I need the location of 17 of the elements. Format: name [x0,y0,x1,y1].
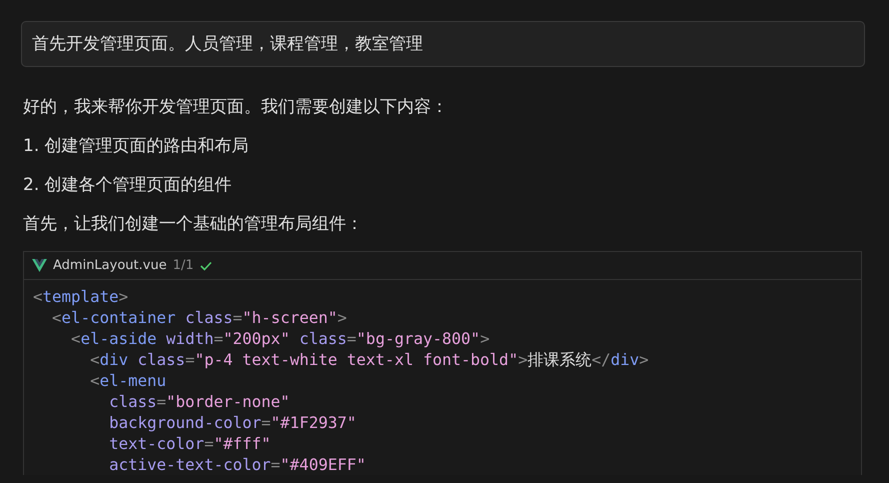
user-message: 首先开发管理页面。人员管理，课程管理，教室管理 [21,21,865,67]
response-text: 2. 创建各个管理页面的组件 [23,174,233,197]
code-line: background-color="#1F2937" [108,412,358,433]
code-line: <el-container class="h-screen"> [51,307,348,328]
vue-logo-icon [32,259,47,272]
response-text: 好的，我来帮你开发管理页面。我们需要创建以下内容： [23,96,449,119]
code-line: class="border-none" [108,391,291,412]
code-line: text-color="#fff" [108,433,272,454]
code-line: active-text-color="#409EFF" [108,454,367,475]
response-text: 首先，让我们创建一个基础的管理布局组件： [23,213,364,236]
code-line: <el-menu [89,370,168,391]
change-counter: 1/1 [172,258,194,273]
code-line: <el-aside width="200px" class="bg-gray-800"> [70,328,491,349]
response-text: 1. 创建管理页面的路由和布局 [23,135,250,158]
file-name: AdminLayout.vue [53,258,167,273]
code-line: <div class="p-4 text-white text-xl font-bold">排课系统</div> [89,349,650,370]
code-line: <template> [33,286,130,307]
